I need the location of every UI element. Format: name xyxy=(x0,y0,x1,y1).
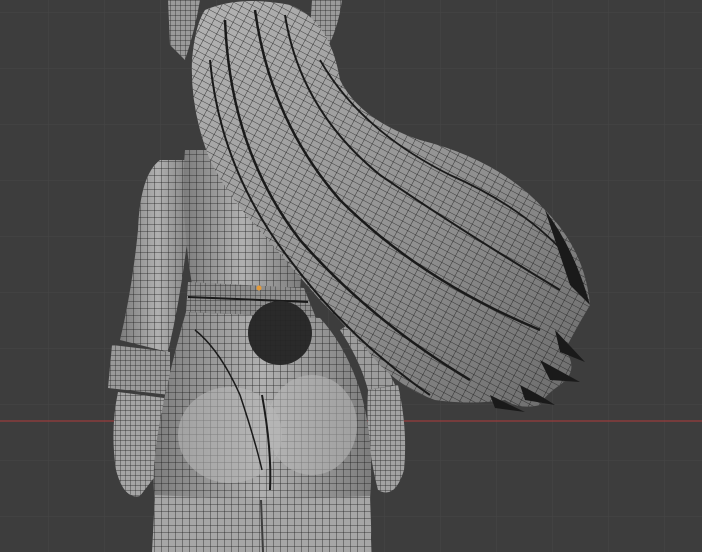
3d-viewport[interactable] xyxy=(0,0,702,552)
viewport-canvas[interactable] xyxy=(0,0,702,552)
object-origin-dot xyxy=(256,285,262,291)
